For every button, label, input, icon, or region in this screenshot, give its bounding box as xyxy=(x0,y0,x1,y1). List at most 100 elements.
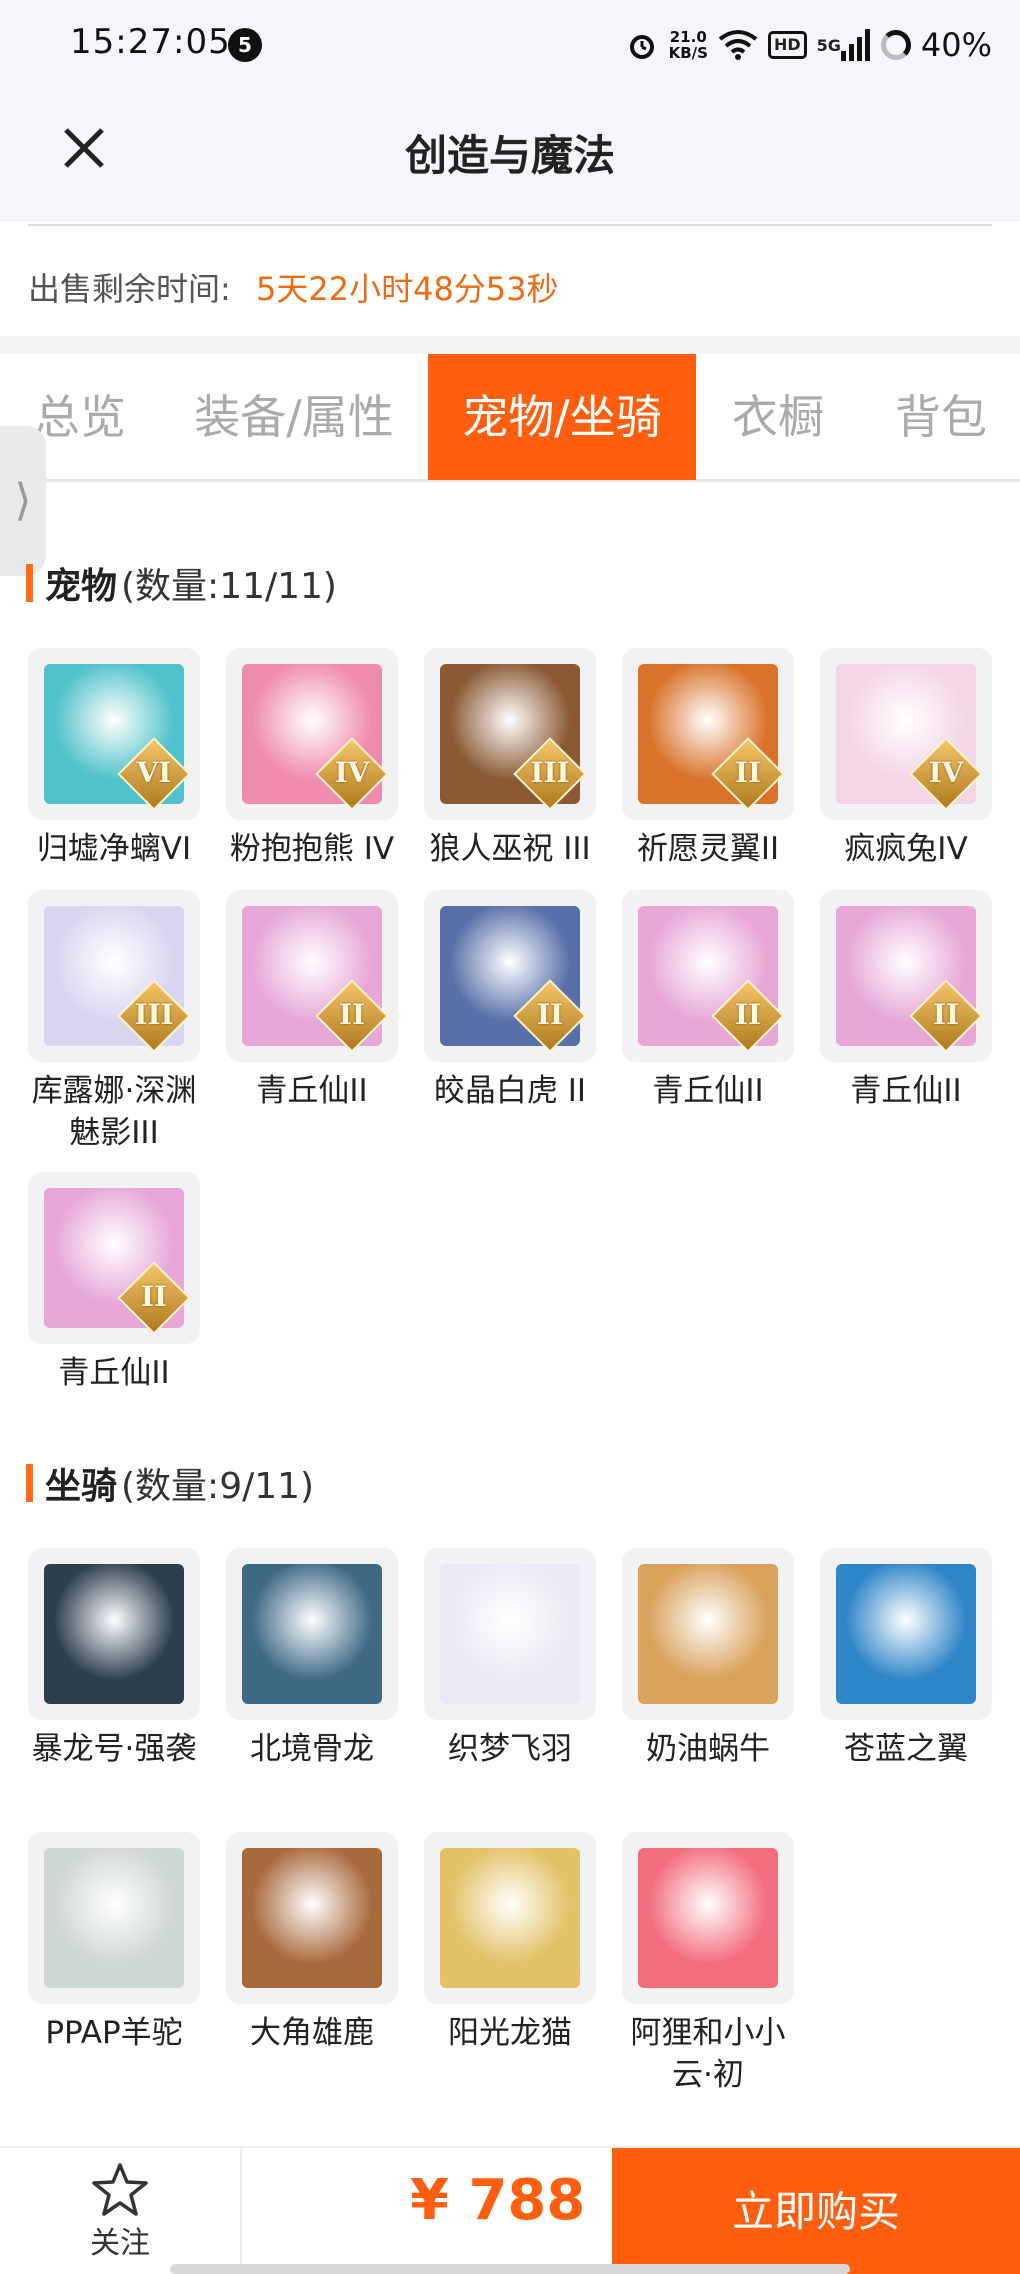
pet-thumbnail: IV xyxy=(226,648,398,820)
pet-card[interactable]: II 青丘仙II xyxy=(226,890,398,1112)
mount-card[interactable]: 奶油蜗牛 xyxy=(622,1548,794,1770)
mounts-section-title: 坐骑 (数量:9/11) xyxy=(26,1458,314,1508)
mount-card[interactable]: 大角雄鹿 xyxy=(226,1832,398,2054)
mount-image xyxy=(44,1848,184,1988)
pet-name: 青丘仙II xyxy=(256,1073,368,1109)
rank-badge-text: II xyxy=(932,998,960,1031)
pet-thumbnail: II xyxy=(28,1172,200,1344)
section-gap xyxy=(0,336,1020,354)
pet-thumbnail: VI xyxy=(28,648,200,820)
net-speed-unit: KB/S xyxy=(668,44,708,62)
mount-name: 织梦飞羽 xyxy=(448,1731,572,1767)
mount-thumbnail xyxy=(28,1548,200,1720)
notification-count-badge: 5 xyxy=(228,28,262,62)
follow-button[interactable]: 关注 xyxy=(0,2148,242,2274)
tab-wardrobe[interactable]: 衣橱 xyxy=(704,354,852,480)
pet-name: 归墟净螭VI xyxy=(36,831,192,867)
tab-bar: 总览 装备/属性 宠物/坐骑 衣橱 背包 xyxy=(0,354,1020,482)
page-title: 创造与魔法 xyxy=(404,131,615,180)
pet-name: 青丘仙II xyxy=(58,1355,170,1391)
pet-card[interactable]: III 狼人巫祝 III xyxy=(424,648,596,870)
mount-name: 苍蓝之翼 xyxy=(844,1731,968,1767)
mount-image xyxy=(242,1848,382,1988)
status-time: 15:27:05 xyxy=(70,22,231,62)
mount-name: 北境骨龙 xyxy=(250,1731,374,1767)
pet-thumbnail: III xyxy=(28,890,200,1062)
mount-thumbnail xyxy=(226,1548,398,1720)
pet-card[interactable]: II 青丘仙II xyxy=(28,1172,200,1394)
mounts-count: (数量:9/11) xyxy=(121,1466,315,1507)
mount-image xyxy=(836,1564,976,1704)
pet-card[interactable]: II 青丘仙II xyxy=(622,890,794,1112)
tab-backpack[interactable]: 背包 xyxy=(862,354,1020,480)
mount-image xyxy=(242,1564,382,1704)
net-speed: 21.0 KB/S xyxy=(669,29,708,61)
pet-thumbnail: IV xyxy=(820,648,992,820)
pets-count: (数量:11/11) xyxy=(121,566,337,607)
sale-remaining-value: 5天22小时48分53秒 xyxy=(256,270,559,308)
tab-pets-mounts[interactable]: 宠物/坐骑 xyxy=(428,354,696,480)
pet-card[interactable]: IV 粉抱抱熊 IV xyxy=(226,648,398,870)
mount-card[interactable]: 苍蓝之翼 xyxy=(820,1548,992,1770)
rank-badge-text: II xyxy=(734,756,762,789)
status-icons: 21.0 KB/S HD 5G 40% xyxy=(625,20,992,70)
mount-name: 大角雄鹿 xyxy=(250,2015,374,2051)
net-speed-value: 21.0 xyxy=(669,28,707,46)
pet-card[interactable]: II 青丘仙II xyxy=(820,890,992,1112)
rank-badge-text: VI xyxy=(136,756,172,789)
pet-name: 青丘仙II xyxy=(652,1073,764,1109)
pet-name: 皎晶白虎 II xyxy=(433,1073,587,1109)
mount-image xyxy=(440,1564,580,1704)
app-header: 创造与魔法 xyxy=(0,92,1020,222)
mount-card[interactable]: 暴龙号·强袭 xyxy=(28,1548,200,1770)
rank-badge-text: III xyxy=(134,998,174,1031)
mount-card[interactable]: PPAP羊驼 xyxy=(28,1832,200,2054)
mount-name: 阳光龙猫 xyxy=(448,2015,572,2051)
follow-label: 关注 xyxy=(90,2226,150,2261)
star-icon xyxy=(92,2163,148,2216)
pet-name: 粉抱抱熊 IV xyxy=(229,831,395,867)
rank-badge-text: II xyxy=(734,998,762,1031)
sale-remaining-row: 出售剩余时间: 5天22小时48分53秒 xyxy=(0,226,1020,336)
mounts-title: 坐骑 xyxy=(45,1466,118,1507)
pet-thumbnail: II xyxy=(226,890,398,1062)
side-drawer-handle[interactable]: ⟩ xyxy=(0,426,46,576)
pet-card[interactable]: VI 归墟净螭VI xyxy=(28,648,200,870)
pet-card[interactable]: III 库露娜·深渊魅影III xyxy=(28,890,200,1154)
mount-thumbnail xyxy=(424,1832,596,2004)
tab-equipment-attributes[interactable]: 装备/属性 xyxy=(176,354,412,480)
signal-icon: 5G xyxy=(817,25,871,65)
sale-remaining-label: 出售剩余时间: xyxy=(28,270,231,308)
mount-name: PPAP羊驼 xyxy=(45,2015,183,2051)
mount-image xyxy=(638,1564,778,1704)
mount-card[interactable]: 阿狸和小小云·初 xyxy=(622,1832,794,2096)
mount-thumbnail xyxy=(622,1548,794,1720)
mount-image xyxy=(44,1564,184,1704)
pet-card[interactable]: IV 疯疯兔IV xyxy=(820,648,992,870)
mount-card[interactable]: 织梦飞羽 xyxy=(424,1548,596,1770)
mount-image xyxy=(638,1848,778,1988)
pet-name: 狼人巫祝 III xyxy=(429,831,591,867)
pet-card[interactable]: II 祈愿灵翼II xyxy=(622,648,794,870)
mount-thumbnail xyxy=(424,1548,596,1720)
mount-card[interactable]: 北境骨龙 xyxy=(226,1548,398,1770)
mount-name: 暴龙号·强袭 xyxy=(31,1731,197,1767)
rank-badge-text: IV xyxy=(334,756,370,789)
mount-thumbnail xyxy=(28,1832,200,2004)
section-accent-bar xyxy=(26,564,33,602)
pet-name: 祈愿灵翼II xyxy=(636,831,780,867)
mount-image xyxy=(440,1848,580,1988)
mount-card[interactable]: 阳光龙猫 xyxy=(424,1832,596,2054)
pet-thumbnail: II xyxy=(622,890,794,1062)
mount-thumbnail xyxy=(820,1548,992,1720)
pet-card[interactable]: II 皎晶白虎 II xyxy=(424,890,596,1112)
pets-title: 宠物 xyxy=(45,566,118,607)
buy-now-button[interactable]: 立即购买 xyxy=(612,2148,1020,2274)
home-indicator[interactable] xyxy=(170,2264,850,2274)
pets-section-title: 宠物 (数量:11/11) xyxy=(26,558,337,608)
pet-name: 青丘仙II xyxy=(850,1073,962,1109)
pet-thumbnail: II xyxy=(820,890,992,1062)
battery-icon xyxy=(880,30,911,60)
pet-thumbnail: II xyxy=(424,890,596,1062)
pet-name: 疯疯兔IV xyxy=(844,831,968,867)
